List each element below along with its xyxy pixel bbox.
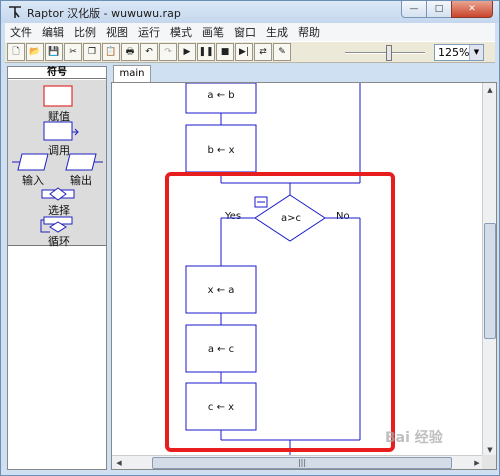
menu-window[interactable]: 窗口 <box>229 24 261 40</box>
copy-button[interactable]: ❐ <box>83 43 101 61</box>
tab-main[interactable]: main <box>113 65 151 82</box>
menu-generate[interactable]: 生成 <box>261 24 293 40</box>
toolbar: 🗋 📂 💾 ✂ ❐ 📋 🖶 ↶ ↷ ▶ ❚❚ ■ ▶| ⇄ ✎ 125% ▼ <box>5 41 495 63</box>
paste-icon: 📋 <box>105 47 117 57</box>
redo-button[interactable]: ↷ <box>159 43 177 61</box>
raptor-app-icon <box>9 6 21 18</box>
minimize-button[interactable]: — <box>401 1 427 18</box>
menu-ink[interactable]: 画笔 <box>197 24 229 40</box>
output-symbol-icon[interactable] <box>65 153 97 171</box>
menu-mode[interactable]: 模式 <box>165 24 197 40</box>
symbol-label-output: 输出 <box>70 174 92 187</box>
input-symbol-icon[interactable] <box>17 153 49 171</box>
assign-text-c-x: c ← x <box>208 402 234 413</box>
flowchart: a ← b b ← x a>c Yes No x ← a a ← c c ← x <box>165 83 395 457</box>
assign-text-a-b: a ← b <box>207 90 234 101</box>
symbols-panel: 符号 赋值 调用 输入 输出 选择 循环 <box>7 66 107 470</box>
window-controls: — □ ✕ <box>401 1 493 19</box>
print-icon: 🖶 <box>125 47 135 57</box>
close-button[interactable]: ✕ <box>451 1 493 18</box>
symbol-label-loop: 循环 <box>48 235 70 248</box>
flowchart-canvas[interactable]: a ← b b ← x a>c Yes No x ← a a ← c c ← x… <box>111 82 497 470</box>
horizontal-scroll-thumb[interactable]: ||| <box>152 457 452 469</box>
menu-view[interactable]: 视图 <box>101 24 133 40</box>
new-file-button[interactable]: 🗋 <box>7 43 25 61</box>
undo-icon: ↶ <box>145 47 153 57</box>
stop-button[interactable]: ■ <box>216 43 234 61</box>
symbols-header: 符号 <box>8 67 106 79</box>
symbol-label-assign: 赋值 <box>48 110 70 123</box>
assign-text-b-x: b ← x <box>207 145 234 156</box>
menu-run[interactable]: 运行 <box>133 24 165 40</box>
menu-scale[interactable]: 比例 <box>69 24 101 40</box>
open-button[interactable]: 📂 <box>26 43 44 61</box>
speed-slider[interactable] <box>345 45 425 61</box>
redo-icon: ↷ <box>164 47 172 57</box>
scroll-grip-icon: ||| <box>297 458 307 467</box>
yes-label: Yes <box>224 211 241 222</box>
condition-text: a>c <box>281 213 301 224</box>
assignment-symbol-icon[interactable] <box>43 85 73 107</box>
copy-icon: ❐ <box>87 47 97 57</box>
pause-button[interactable]: ❚❚ <box>197 43 215 61</box>
cut-icon: ✂ <box>69 47 77 57</box>
paste-button[interactable]: 📋 <box>102 43 120 61</box>
zoom-select[interactable]: 125% ▼ <box>434 44 484 61</box>
vertical-scrollbar[interactable]: ▲ ▼ <box>482 83 496 457</box>
print-button[interactable]: 🖶 <box>121 43 139 61</box>
symbol-shapes <box>12 85 103 233</box>
assign-text-a-c: a ← c <box>208 344 234 355</box>
scroll-left-icon[interactable]: ◀ <box>113 457 125 469</box>
slider-thumb[interactable] <box>386 45 392 61</box>
play-icon: ▶ <box>183 47 191 57</box>
horizontal-scrollbar[interactable]: ◀ ||| ▶ <box>112 455 484 469</box>
symbol-label-selection: 选择 <box>48 204 70 217</box>
symbol-label-input: 输入 <box>22 174 44 187</box>
test-server-button[interactable]: ⇄ <box>254 43 272 61</box>
cut-button[interactable]: ✂ <box>64 43 82 61</box>
open-folder-icon: 📂 <box>29 47 41 57</box>
title-bar: Raptor 汉化版 - wuwuwu.rap — □ ✕ <box>1 1 499 23</box>
save-button[interactable]: 💾 <box>45 43 63 61</box>
save-icon: 💾 <box>48 47 60 57</box>
test-server-icon: ⇄ <box>259 47 267 57</box>
scroll-corner <box>482 455 496 469</box>
symbols-palette: 赋值 调用 输入 输出 选择 循环 <box>8 80 106 248</box>
menu-file[interactable]: 文件 <box>5 24 37 40</box>
run-button[interactable]: ▶ <box>178 43 196 61</box>
menu-bar: 文件 编辑 比例 视图 运行 模式 画笔 窗口 生成 帮助 <box>5 23 495 41</box>
slider-track <box>345 52 425 54</box>
pen-icon: ✎ <box>278 47 286 57</box>
no-label: No <box>336 211 350 222</box>
new-file-icon: 🗋 <box>12 47 20 57</box>
pause-icon: ❚❚ <box>198 47 214 57</box>
step-button[interactable]: ▶| <box>235 43 253 61</box>
window-title: Raptor 汉化版 - wuwuwu.rap <box>27 7 181 20</box>
assign-text-x-a: x ← a <box>208 285 235 296</box>
scroll-up-icon[interactable]: ▲ <box>484 84 496 96</box>
undo-button[interactable]: ↶ <box>140 43 158 61</box>
menu-edit[interactable]: 编辑 <box>37 24 69 40</box>
zoom-value: 125% <box>438 46 470 59</box>
pen-button[interactable]: ✎ <box>273 43 291 61</box>
app-window: Raptor 汉化版 - wuwuwu.rap — □ ✕ 文件 编辑 比例 视… <box>0 0 500 476</box>
vertical-scroll-thumb[interactable] <box>484 223 496 339</box>
call-symbol-icon[interactable] <box>43 121 73 141</box>
step-icon: ▶| <box>239 47 249 57</box>
menu-help[interactable]: 帮助 <box>293 24 325 40</box>
stop-icon: ■ <box>220 47 230 57</box>
call-arrow-icon <box>72 128 79 136</box>
chevron-down-icon[interactable]: ▼ <box>469 45 483 60</box>
maximize-button[interactable]: □ <box>426 1 452 18</box>
symbol-label-call: 调用 <box>48 144 70 157</box>
watermark: Bai 经验 <box>385 430 443 446</box>
